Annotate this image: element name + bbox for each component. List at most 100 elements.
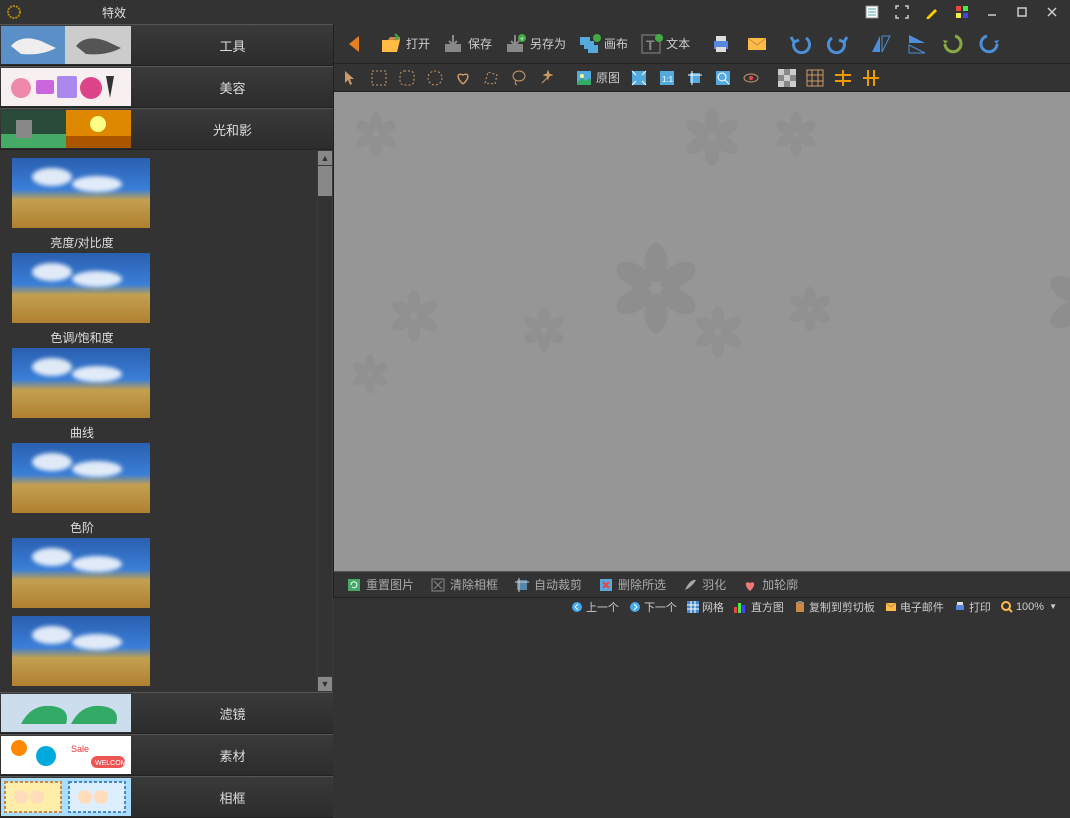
actual-tool[interactable]: 1:1: [654, 66, 680, 90]
autocrop-label: 自动裁剪: [534, 576, 582, 593]
next-label: 下一个: [644, 599, 677, 615]
print-sb-button[interactable]: 打印: [949, 599, 996, 615]
effect-6[interactable]: [12, 616, 152, 692]
canvas-button[interactable]: 画布: [572, 29, 632, 59]
effects-scrollbar[interactable]: ▲ ▼: [317, 150, 333, 692]
category-beauty[interactable]: 美容: [0, 66, 333, 108]
autocrop-button[interactable]: 自动裁剪: [508, 574, 588, 595]
effect-brightness-label: 亮度/对比度: [12, 234, 152, 251]
effect-curves[interactable]: 曲线: [12, 348, 152, 441]
effect-hue[interactable]: 色调/饱和度: [12, 253, 152, 346]
category-frame-label: 相框: [132, 788, 333, 807]
effects-grid: 亮度/对比度 色调/饱和度 曲线 色阶: [0, 150, 317, 692]
title-bar: 特效: [0, 0, 1070, 24]
guides-v-tool[interactable]: [858, 66, 884, 90]
checker-tool[interactable]: [774, 66, 800, 90]
category-light[interactable]: 光和影: [0, 108, 333, 150]
delsel-button[interactable]: 删除所选: [592, 574, 672, 595]
grid-tool[interactable]: [802, 66, 828, 90]
effect-5[interactable]: [12, 538, 152, 614]
category-filter-thumb: [0, 693, 132, 733]
saveas-label: 另存为: [530, 35, 566, 52]
minimize-button[interactable]: [980, 2, 1004, 22]
category-tools[interactable]: 工具: [0, 24, 333, 66]
grid-label: 网格: [702, 599, 724, 615]
flip-v-button[interactable]: [900, 29, 934, 59]
bottom-toolbar: 重置图片 清除相框 自动裁剪 删除所选 羽化 加轮廓: [334, 571, 1070, 597]
email-button[interactable]: [740, 29, 774, 59]
zoom-button[interactable]: 100% ▼: [996, 601, 1062, 613]
original-label: 原图: [596, 69, 620, 86]
text-label: 文本: [666, 35, 690, 52]
back-button[interactable]: [338, 29, 372, 59]
reset-button[interactable]: 重置图片: [340, 574, 420, 595]
effect-curves-label: 曲线: [12, 424, 152, 441]
prev-button[interactable]: 上一个: [566, 599, 624, 615]
guides-h-tool[interactable]: [830, 66, 856, 90]
edit-icon[interactable]: [920, 2, 944, 22]
histogram-button[interactable]: 直方图: [729, 599, 789, 615]
grid-button[interactable]: 网格: [682, 599, 729, 615]
print-sb-label: 打印: [969, 599, 991, 615]
canvas-area[interactable]: [334, 92, 1070, 571]
colors-icon[interactable]: [950, 2, 974, 22]
flip-h-button[interactable]: [864, 29, 898, 59]
svg-text:Sale: Sale: [71, 744, 89, 754]
zoomin-tool[interactable]: [710, 66, 736, 90]
roundrect-select-tool[interactable]: [394, 66, 420, 90]
rotate-right-button[interactable]: [972, 29, 1006, 59]
fullscreen-icon[interactable]: [890, 2, 914, 22]
crop-tool[interactable]: [682, 66, 708, 90]
open-label: 打开: [406, 35, 430, 52]
polygon-select-tool[interactable]: [478, 66, 504, 90]
category-frame-thumb: [0, 777, 132, 817]
fit-tool[interactable]: [626, 66, 652, 90]
feather-button[interactable]: 羽化: [676, 574, 732, 595]
scroll-up-icon[interactable]: ▲: [318, 151, 332, 165]
category-material[interactable]: SaleWELCOME 素材: [0, 734, 333, 776]
email-sb-button[interactable]: 电子邮件: [880, 599, 949, 615]
print-button[interactable]: [704, 29, 738, 59]
heart-select-tool[interactable]: [450, 66, 476, 90]
scroll-thumb[interactable]: [318, 166, 332, 196]
effect-levels-label: 色阶: [12, 519, 152, 536]
pointer-tool[interactable]: [338, 66, 364, 90]
next-button[interactable]: 下一个: [624, 599, 682, 615]
category-beauty-thumb: [0, 67, 132, 107]
redeye-tool[interactable]: [738, 66, 764, 90]
svg-text:WELCOME: WELCOME: [95, 760, 131, 767]
effect-levels[interactable]: 色阶: [12, 443, 152, 536]
redo-button[interactable]: [820, 29, 854, 59]
rotate-left-button[interactable]: [936, 29, 970, 59]
close-button[interactable]: [1040, 2, 1064, 22]
feather-label: 羽化: [702, 576, 726, 593]
save-button[interactable]: 保存: [436, 29, 496, 59]
category-frame[interactable]: 相框: [0, 776, 333, 818]
category-beauty-label: 美容: [132, 78, 333, 97]
clearframe-button[interactable]: 清除相框: [424, 574, 504, 595]
text-button[interactable]: T文本: [634, 29, 694, 59]
rect-select-tool[interactable]: [366, 66, 392, 90]
maximize-button[interactable]: [1010, 2, 1034, 22]
reset-label: 重置图片: [366, 576, 414, 593]
clipboard-button[interactable]: 复制到剪切板: [789, 599, 880, 615]
notes-icon[interactable]: [860, 2, 884, 22]
prev-label: 上一个: [586, 599, 619, 615]
saveas-button[interactable]: +另存为: [498, 29, 570, 59]
histogram-label: 直方图: [751, 599, 784, 615]
outline-button[interactable]: 加轮廓: [736, 574, 804, 595]
zoom-label: 100%: [1016, 601, 1044, 613]
open-button[interactable]: 打开: [374, 29, 434, 59]
wand-select-tool[interactable]: [534, 66, 560, 90]
category-material-thumb: Sale WELCOME: [0, 735, 132, 775]
scroll-down-icon[interactable]: ▼: [318, 677, 332, 691]
undo-button[interactable]: [784, 29, 818, 59]
lasso-select-tool[interactable]: [506, 66, 532, 90]
effect-brightness[interactable]: 亮度/对比度: [12, 158, 152, 251]
zoom-dropdown-icon[interactable]: ▼: [1049, 602, 1057, 611]
category-filter-label: 滤镜: [132, 704, 333, 723]
original-button[interactable]: 原图: [570, 67, 624, 89]
delsel-label: 删除所选: [618, 576, 666, 593]
category-filter[interactable]: 滤镜: [0, 692, 333, 734]
ellipse-select-tool[interactable]: [422, 66, 448, 90]
